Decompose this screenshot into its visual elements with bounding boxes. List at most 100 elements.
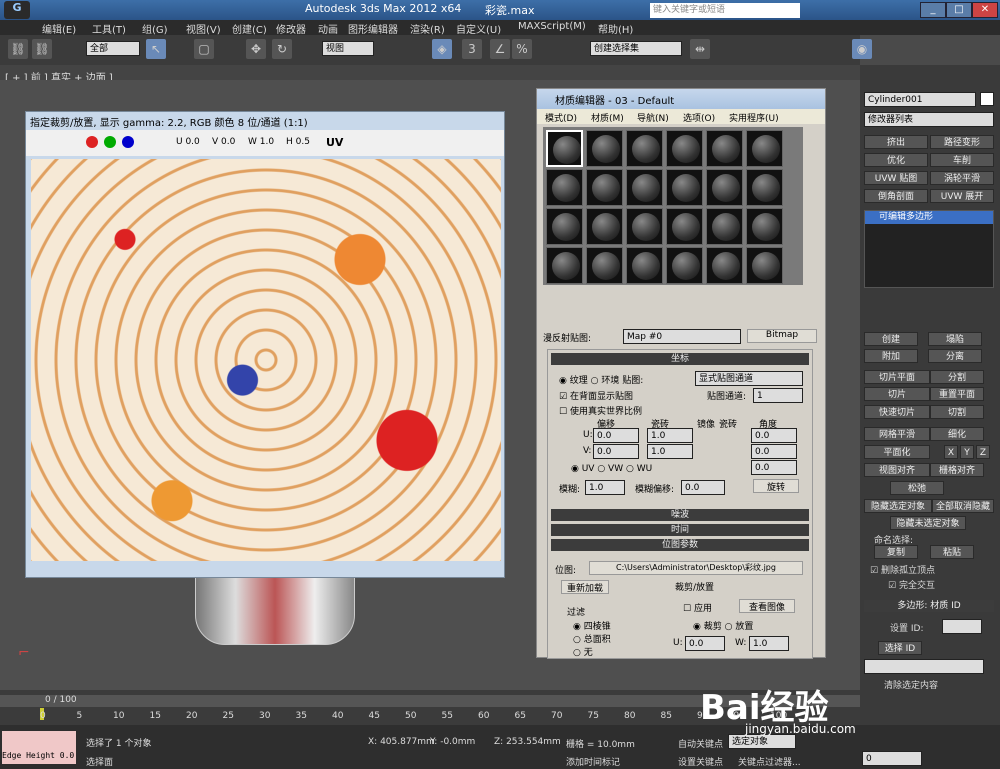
u-offset-spinner[interactable]: 0.0: [593, 428, 639, 443]
w-angle-spinner[interactable]: 0.0: [751, 460, 797, 475]
modifier-button[interactable]: UVW 展开: [930, 189, 994, 203]
object-color-swatch[interactable]: [980, 92, 994, 106]
material-sample-slot[interactable]: [706, 130, 743, 167]
time-rollout[interactable]: 时间: [551, 524, 809, 536]
crop-u-spinner[interactable]: 0.0: [685, 636, 725, 651]
region-select-icon[interactable]: ▢: [194, 39, 214, 59]
key-filters-button[interactable]: 关键点过滤器...: [738, 755, 801, 768]
search-input[interactable]: 键入关键字或短语: [650, 3, 800, 18]
place-radio[interactable]: 放置: [735, 622, 753, 632]
h-value[interactable]: 0.5: [296, 137, 310, 147]
menu-item[interactable]: 视图(V): [186, 21, 221, 36]
clear-selection-label[interactable]: 清除选定内容: [884, 678, 938, 691]
material-sample-slot[interactable]: [586, 130, 623, 167]
bitmap-path-button[interactable]: C:\Users\Administrator\Desktop\彩纹.jpg: [589, 561, 803, 575]
show-back-checkbox[interactable]: 在背面显示贴图: [570, 392, 633, 402]
copy-button[interactable]: 复制: [874, 545, 918, 559]
modifier-button[interactable]: 优化: [864, 153, 928, 167]
material-menu-item[interactable]: 实用程序(U): [729, 111, 779, 124]
edit-geometry-button[interactable]: Z: [976, 445, 990, 459]
edit-geometry-button[interactable]: 细化: [930, 427, 984, 441]
modifier-button[interactable]: 挤出: [864, 135, 928, 149]
material-sample-slot[interactable]: [706, 247, 743, 284]
rotate-icon[interactable]: ↻: [272, 39, 292, 59]
modifier-button[interactable]: 倒角剖面: [864, 189, 928, 203]
y-coord[interactable]: -0.0mm: [440, 737, 475, 747]
paste-button[interactable]: 粘贴: [930, 545, 974, 559]
menu-item[interactable]: 创建(C): [232, 21, 267, 36]
edit-geometry-button[interactable]: 网格平滑: [864, 427, 930, 441]
menu-item[interactable]: MAXScript(M): [518, 21, 586, 32]
material-sample-slot[interactable]: [586, 169, 623, 206]
move-icon[interactable]: ✥: [246, 39, 266, 59]
edit-geometry-button[interactable]: 附加: [864, 349, 918, 363]
material-sample-slot[interactable]: [626, 169, 663, 206]
angle-snap-icon[interactable]: ∠: [490, 39, 510, 59]
snap-icon[interactable]: 3: [462, 39, 482, 59]
maxscript-listener[interactable]: Edge Height 0.0: [2, 731, 76, 764]
material-sample-slot[interactable]: [746, 247, 783, 284]
green-channel-button[interactable]: [104, 136, 116, 148]
map-channel-spinner[interactable]: 1: [753, 388, 803, 403]
edit-geometry-button[interactable]: 切割: [930, 405, 984, 419]
material-sample-slot[interactable]: [666, 247, 703, 284]
map-type-button[interactable]: Bitmap: [747, 329, 817, 343]
material-sample-slot[interactable]: [706, 208, 743, 245]
edit-geometry-button[interactable]: 分割: [930, 370, 984, 384]
menu-item[interactable]: 修改器: [276, 21, 306, 36]
auto-key-button[interactable]: 自动关键点: [678, 737, 723, 750]
edit-geometry-button[interactable]: 切片平面: [864, 370, 930, 384]
material-sample-slot[interactable]: [586, 208, 623, 245]
edit-geometry-button[interactable]: 快速切片: [864, 405, 930, 419]
material-menu-item[interactable]: 模式(D): [545, 111, 577, 124]
modifier-button[interactable]: UVW 贴图: [864, 171, 928, 185]
z-coord[interactable]: 253.554mm: [506, 737, 561, 747]
red-channel-button[interactable]: [86, 136, 98, 148]
reload-button[interactable]: 重新加载: [561, 580, 609, 594]
environment-radio[interactable]: 环境: [601, 376, 619, 386]
edit-geometry-button[interactable]: 视图对齐: [864, 463, 930, 477]
filter-pyramidal-radio[interactable]: 四棱锥: [584, 622, 611, 632]
menu-item[interactable]: 图形编辑器: [348, 21, 398, 36]
edit-geometry-button[interactable]: Y: [960, 445, 974, 459]
material-sample-slot[interactable]: [666, 169, 703, 206]
u-tiling-spinner[interactable]: 1.0: [647, 428, 693, 443]
blur-offset-spinner[interactable]: 0.0: [681, 480, 725, 495]
material-sample-slot[interactable]: [746, 169, 783, 206]
modifier-button[interactable]: 车削: [930, 153, 994, 167]
material-sample-slot[interactable]: [546, 130, 583, 167]
filter-none-radio[interactable]: 无: [584, 648, 593, 658]
edit-geometry-button[interactable]: 创建: [864, 332, 918, 346]
u-angle-spinner[interactable]: 0.0: [751, 428, 797, 443]
view-image-button[interactable]: 查看图像: [739, 599, 795, 613]
menu-item[interactable]: 动画: [318, 21, 338, 36]
apply-checkbox[interactable]: 应用: [694, 604, 712, 614]
v-offset-spinner[interactable]: 0.0: [593, 444, 639, 459]
delete-isolated-checkbox[interactable]: 删除孤立顶点: [881, 566, 935, 576]
edit-geometry-button[interactable]: 重置平面: [930, 387, 984, 401]
vase-object[interactable]: [195, 570, 355, 645]
pivot-icon[interactable]: ◈: [432, 39, 452, 59]
x-coord[interactable]: 405.877mm: [380, 737, 435, 747]
wu-radio[interactable]: WU: [637, 464, 653, 474]
texture-image[interactable]: [31, 159, 501, 561]
v-angle-spinner[interactable]: 0.0: [751, 444, 797, 459]
material-sample-slot[interactable]: [586, 247, 623, 284]
material-sample-slot[interactable]: [626, 208, 663, 245]
edit-geometry-button[interactable]: 松弛: [890, 481, 944, 495]
bitmap-params-rollout[interactable]: 位图参数: [551, 539, 809, 551]
menu-item[interactable]: 帮助(H): [598, 21, 633, 36]
poly-material-rollout[interactable]: 多边形: 材质 ID: [864, 600, 994, 612]
hide-unselected-button[interactable]: 隐藏未选定对象: [890, 516, 966, 530]
material-sample-slot[interactable]: [706, 169, 743, 206]
blue-channel-button[interactable]: [122, 136, 134, 148]
set-key-button[interactable]: 设置关键点: [678, 755, 723, 768]
object-name-field[interactable]: Cylinder001: [864, 92, 976, 107]
filter-sat-radio[interactable]: 总面积: [584, 635, 611, 645]
menu-item[interactable]: 编辑(E): [42, 21, 76, 36]
edit-geometry-button[interactable]: X: [944, 445, 958, 459]
current-frame-spinner[interactable]: 0: [862, 751, 922, 766]
mirror-icon[interactable]: ⇹: [690, 39, 710, 59]
minimize-button[interactable]: _: [920, 2, 946, 18]
menu-item[interactable]: 自定义(U): [456, 21, 501, 36]
